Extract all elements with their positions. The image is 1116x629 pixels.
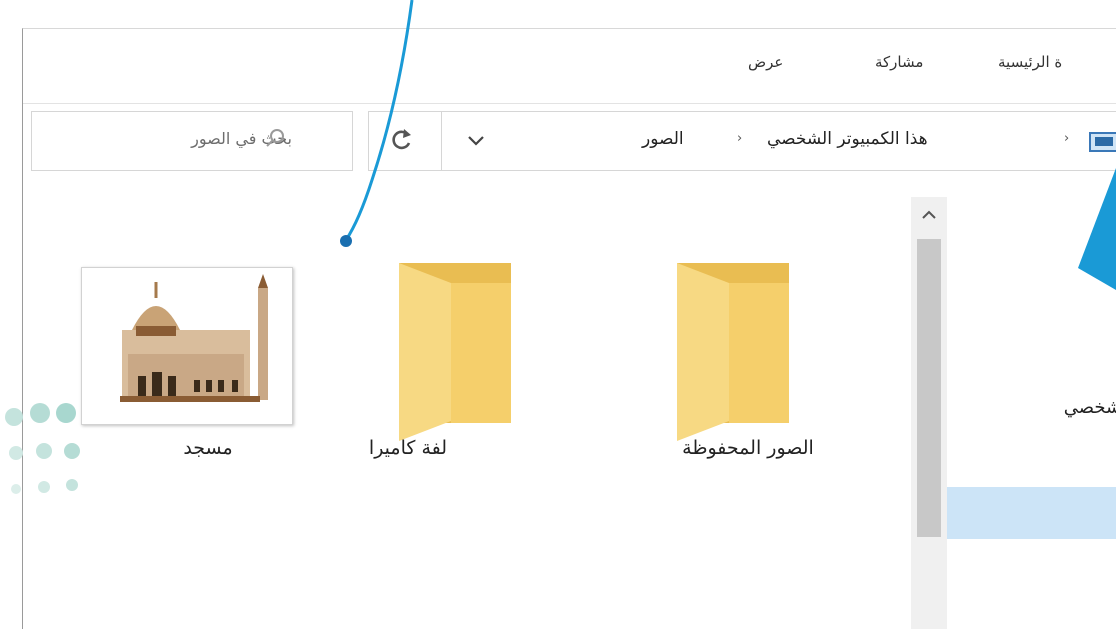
ribbon: ة الرئيسية مشاركة عرض: [23, 29, 1116, 104]
nav-item-selected[interactable]: [947, 487, 1116, 539]
breadcrumb-this-pc[interactable]: هذا الكمبيوتر الشخصي: [767, 129, 928, 149]
breadcrumb-pictures[interactable]: الصور: [642, 129, 684, 149]
folder-saved-pictures[interactable]: الصور المحفوظة: [623, 197, 873, 467]
address-row: بحث في الصور الصور › هذا الكمبيوتر الشخص…: [23, 107, 1116, 171]
nav-item-this-pc[interactable]: ر الشخصي: [1064, 397, 1116, 418]
refresh-icon: [392, 129, 411, 150]
this-pc-icon: [1089, 132, 1116, 152]
file-explorer-window: ة الرئيسية مشاركة عرض بحث في الصور الصور…: [22, 28, 1116, 629]
watermark-logo: [5, 403, 80, 494]
vertical-scrollbar[interactable]: [911, 197, 947, 629]
file-list: الصور المحفوظة لفة كاميرا مسجد: [23, 197, 911, 629]
tab-share[interactable]: مشاركة: [875, 53, 923, 71]
chevron-down-icon[interactable]: [464, 128, 488, 152]
address-bar[interactable]: الصور › هذا الكمبيوتر الشخصي ›: [441, 111, 1116, 171]
folder-label: الصور المحفوظة: [682, 437, 814, 459]
scrollbar-thumb[interactable]: [917, 239, 941, 537]
breadcrumb-separator[interactable]: ›: [737, 131, 742, 146]
folder-camera-roll[interactable]: لفة كاميرا: [363, 197, 613, 467]
search-icon: [266, 129, 284, 147]
tab-view[interactable]: عرض: [748, 53, 783, 71]
navigation-pane: ر الشخصي ': [947, 197, 1116, 629]
search-box[interactable]: بحث في الصور: [31, 111, 353, 171]
refresh-button[interactable]: [368, 111, 442, 171]
tab-home[interactable]: ة الرئيسية: [998, 53, 1062, 71]
folder-icon: [677, 263, 789, 441]
scroll-up-icon[interactable]: [921, 209, 937, 221]
folder-icon: [399, 263, 511, 441]
breadcrumb-separator[interactable]: ›: [1064, 131, 1069, 146]
